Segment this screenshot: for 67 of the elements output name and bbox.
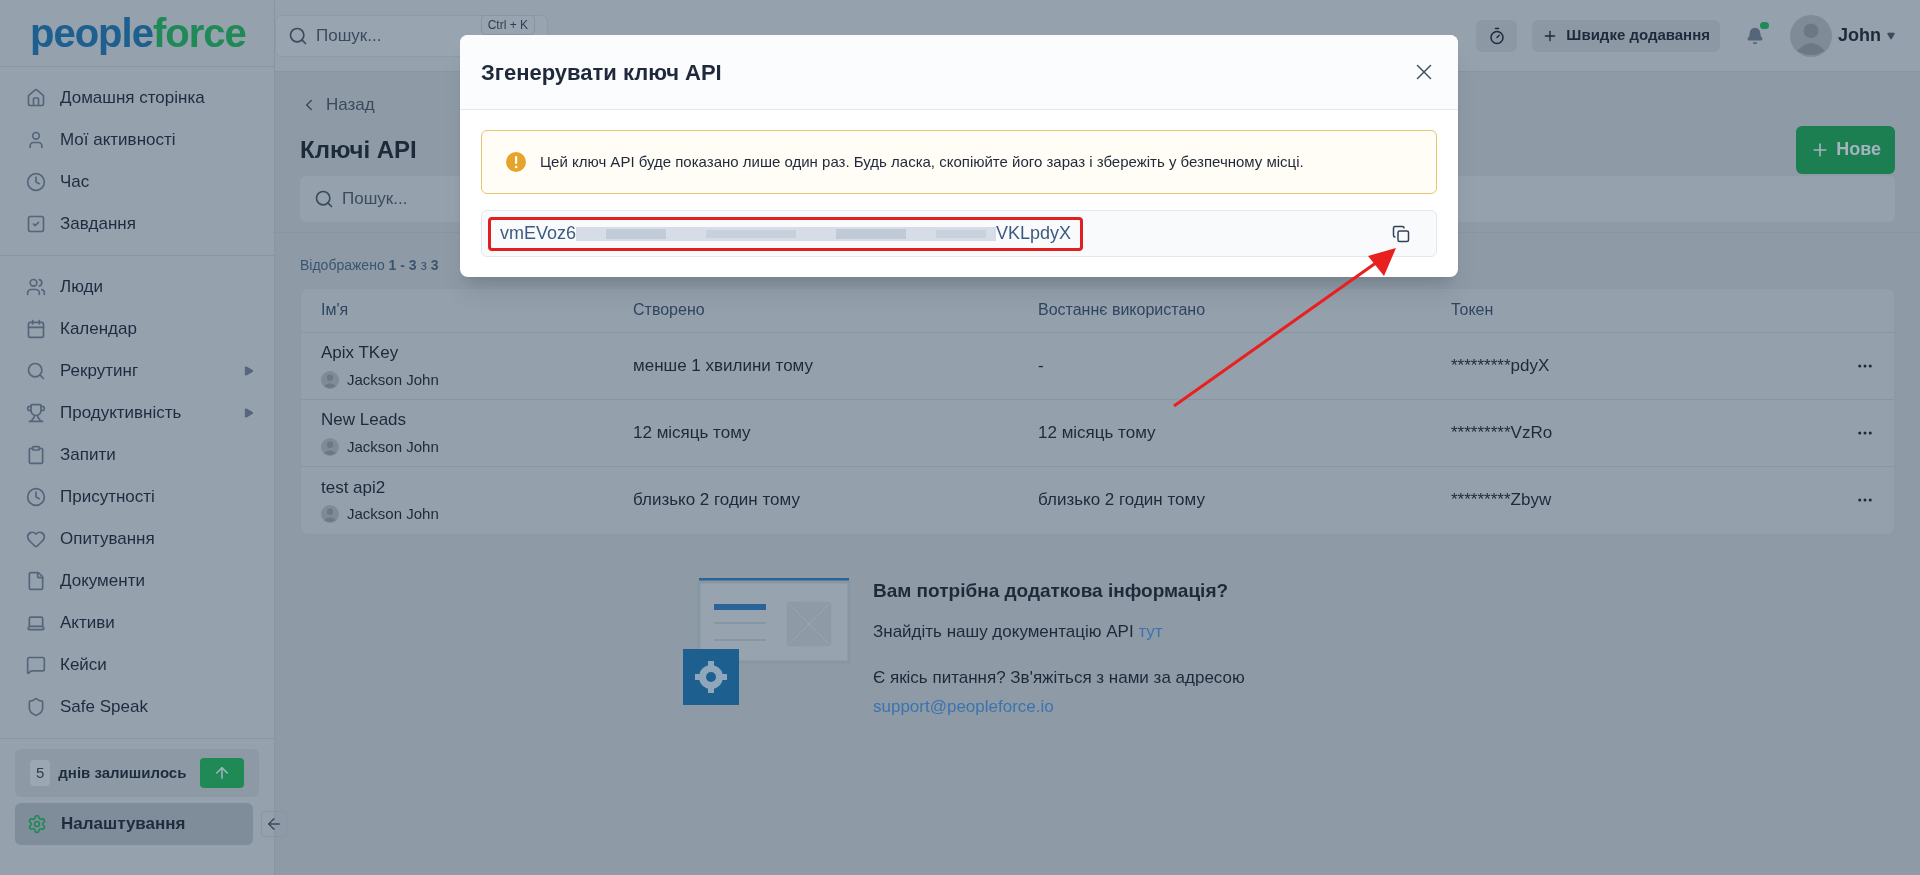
days-count: 5: [30, 759, 51, 787]
token-cell-text: *********VzRo: [1451, 421, 1554, 444]
token-cell-text: *********pdyX: [1451, 354, 1551, 377]
settings-icon: [27, 814, 47, 834]
sidebar-item[interactable]: Люди: [0, 266, 274, 308]
quick-add-button[interactable]: Швидке додавання: [1532, 19, 1720, 52]
contact-text: Є якісь питання? Зв'яжіться з нами за адресою: [873, 666, 1245, 689]
column-header: Ім'я: [321, 300, 350, 320]
last-used-cell-text: -: [1038, 354, 1045, 377]
sidebar-item[interactable]: Час: [0, 161, 274, 203]
collapse-button[interactable]: [261, 811, 287, 837]
caret-icon: [244, 408, 254, 418]
stopwatch-icon: [1487, 26, 1506, 45]
sidebar-item[interactable]: Запити: [0, 434, 274, 476]
search-icon: [314, 188, 334, 209]
key-name: test api2: [321, 476, 387, 499]
column-header: Створено: [633, 300, 706, 320]
timer-button[interactable]: [1476, 19, 1518, 52]
sidebar-item[interactable]: Домашня сторінка: [0, 77, 274, 119]
avatar-icon: [321, 370, 339, 389]
sidebar-item[interactable]: Опитування: [0, 518, 274, 560]
documentation-text: Знайдіть нашу документацію API тут: [873, 621, 1164, 643]
owner-name: Jackson John: [347, 369, 439, 390]
sidebar-item[interactable]: Документи: [0, 560, 274, 602]
last-used-cell-text: 12 місяць тому: [1038, 421, 1157, 444]
token-cell-text: *********Zbyw: [1451, 489, 1553, 512]
created-cell-text: менше 1 хвилини тому: [633, 354, 814, 377]
avatar-icon: [321, 437, 339, 456]
avatar-icon: [1790, 14, 1832, 57]
key-start: vmEVoz6: [500, 222, 577, 245]
owner-name: Jackson John: [347, 436, 439, 457]
caret-icon: [1887, 31, 1895, 40]
sidebar-item[interactable]: Завдання: [0, 203, 274, 245]
results-summary: Відображено 1 - 3 з 3: [300, 255, 440, 275]
shortcut-key: Ctrl + K: [480, 14, 535, 35]
column-header: Востаннє використано: [1038, 300, 1207, 320]
back-link[interactable]: Назад: [300, 92, 375, 118]
warning-text: Цей ключ API буде показано лише один раз. Будь ласка, скопіюйте його зараз і збережіть у безпечному місці.: [540, 151, 1304, 172]
sidebar-item[interactable]: Налаштування: [15, 803, 253, 845]
api-key-field[interactable]: vmEVoz6 VKLpdyX: [481, 210, 1437, 257]
sidebar-item[interactable]: Календар: [0, 308, 274, 350]
copy-icon[interactable]: [1392, 224, 1410, 243]
exclamation-icon: [506, 152, 526, 172]
sidebar-item[interactable]: Safe Speak: [0, 686, 274, 728]
sidebar-item[interactable]: Активи: [0, 602, 274, 644]
sidebar-item[interactable]: Мої активності: [0, 119, 274, 161]
sidebar-item[interactable]: Продуктивність: [0, 392, 274, 434]
key-name: New Leads: [321, 409, 408, 431]
sidebar-item[interactable]: Рекрутинг: [0, 350, 274, 392]
bell-icon: [1746, 26, 1764, 45]
created-cell-text: 12 місяць тому: [633, 421, 752, 444]
search-icon: [288, 25, 308, 46]
user-menu[interactable]: John: [1790, 14, 1895, 57]
last-used-cell-text: близько 2 годин тому: [1038, 489, 1206, 512]
page-title: Ключі API: [300, 134, 417, 165]
key-end: VKLpdyX: [996, 222, 1072, 245]
owner-name: Jackson John: [347, 504, 439, 524]
column-header: Токен: [1451, 300, 1495, 320]
created-cell-text: близько 2 годин тому: [633, 489, 801, 512]
caret-icon: [244, 366, 254, 376]
sidebar-item[interactable]: Кейси: [0, 644, 274, 686]
sidebar-item[interactable]: Присутності: [0, 476, 274, 518]
key-name: Apix TKey: [321, 342, 400, 364]
dialog-title: Згенерувати ключ API: [481, 58, 722, 87]
info-title: Вам потрібна додаткова інформація?: [873, 578, 1230, 603]
trial-label: днів залишилось: [58, 762, 187, 783]
avatar-icon: [321, 505, 339, 524]
